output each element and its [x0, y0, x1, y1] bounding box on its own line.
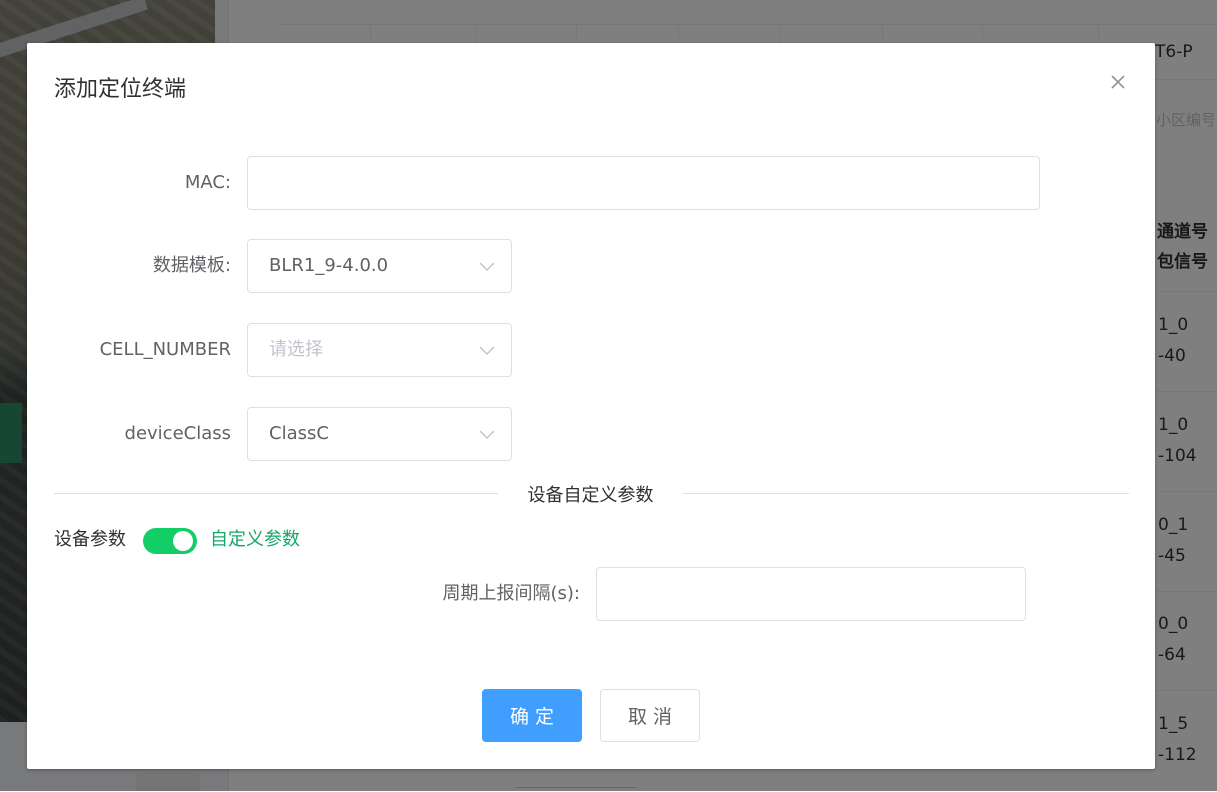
add-locator-dialog: 添加定位终端 MAC: 数据模板: BLR1_9-4.0.0 CELL_NUMB… — [27, 43, 1155, 769]
chevron-down-icon — [479, 262, 495, 272]
confirm-button[interactable]: 确定 — [482, 689, 582, 742]
divider-title: 设备自定义参数 — [527, 485, 654, 506]
data-template-value: BLR1_9-4.0.0 — [269, 255, 389, 276]
device-class-value: ClassC — [269, 423, 329, 444]
chevron-down-icon — [479, 346, 495, 356]
report-interval-input[interactable] — [596, 567, 1026, 621]
close-icon — [1111, 75, 1125, 89]
cell-number-label: CELL_NUMBER — [99, 339, 231, 360]
custom-params-switch[interactable] — [143, 528, 197, 554]
mac-input[interactable] — [247, 156, 1040, 210]
data-template-select[interactable]: BLR1_9-4.0.0 — [247, 239, 512, 293]
divider-line — [683, 493, 1129, 494]
device-class-label: deviceClass — [124, 423, 231, 444]
close-button[interactable] — [1107, 71, 1129, 93]
cell-number-placeholder: 请选择 — [269, 339, 323, 360]
device-params-label: 设备参数 — [54, 529, 126, 550]
mac-label: MAC: — [184, 172, 231, 193]
cancel-button[interactable]: 取消 — [600, 689, 700, 742]
report-interval-label: 周期上报间隔(s): — [442, 583, 581, 604]
device-class-select[interactable]: ClassC — [247, 407, 512, 461]
cell-number-select[interactable]: 请选择 — [247, 323, 512, 377]
dialog-title: 添加定位终端 — [54, 77, 187, 102]
divider-line — [54, 493, 498, 494]
data-template-label: 数据模板: — [152, 255, 231, 276]
switch-knob — [173, 531, 193, 551]
chevron-down-icon — [479, 430, 495, 440]
custom-params-switch-label[interactable]: 自定义参数 — [210, 525, 300, 555]
